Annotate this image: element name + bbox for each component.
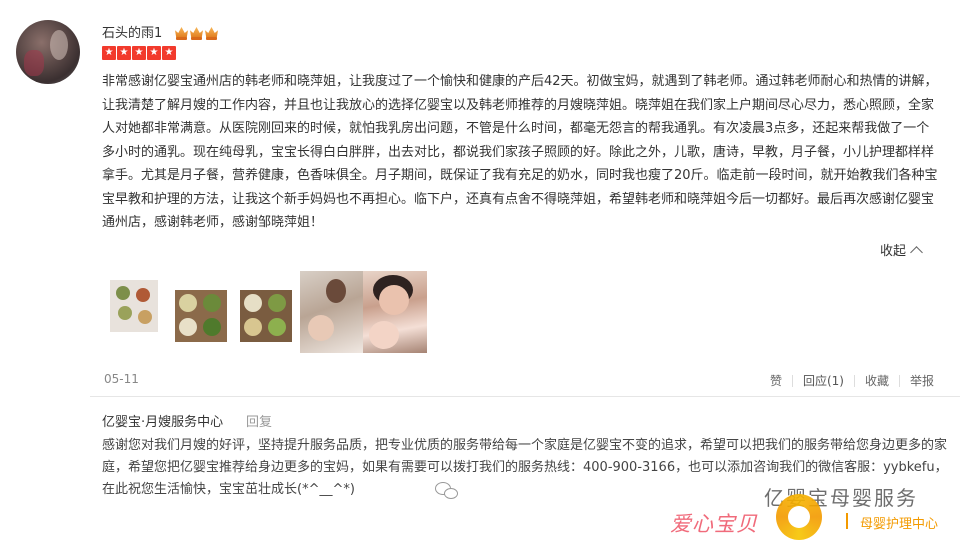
chevron-up-icon — [910, 245, 923, 259]
photo-figure-shape — [379, 285, 409, 315]
photo-figure-shape — [326, 279, 346, 303]
star-icon: ★ — [132, 46, 146, 60]
review-date: 05-11 — [104, 372, 139, 386]
shop-reply-name[interactable]: 亿婴宝·月嫂服务中心 — [102, 411, 223, 430]
review-photo-thumbnail[interactable] — [300, 271, 364, 353]
member-level-badges — [175, 25, 218, 40]
avatar-highlight — [50, 30, 68, 60]
report-button[interactable]: 举报 — [900, 372, 944, 389]
food-bowl-shape — [244, 318, 262, 336]
food-bowl-shape — [268, 294, 286, 312]
like-button[interactable]: 赞 — [760, 372, 792, 389]
watermark-care-center: 母婴护理中心 — [860, 517, 939, 532]
reply-divider — [90, 396, 960, 397]
food-bowl-shape — [179, 318, 197, 336]
review-text: 非常感谢亿婴宝通州店的韩老师和晓萍姐，让我度过了一个愉快和健康的产后42天。初做… — [102, 74, 938, 230]
food-bowl-shape — [203, 318, 221, 336]
favorite-button[interactable]: 收藏 — [855, 372, 899, 389]
avatar-detail — [24, 50, 44, 76]
review-username[interactable]: 石头的雨1 — [102, 26, 162, 42]
reply-button[interactable]: 回应(1) — [793, 372, 854, 389]
photo-figure-shape — [369, 321, 399, 349]
review-photo-thumbnail[interactable] — [110, 280, 158, 332]
collapse-button[interactable]: 收起 — [880, 240, 923, 259]
watermark-slogan: 爱心宝贝 — [670, 512, 758, 536]
food-bowl-shape — [244, 294, 262, 312]
shop-reply-tag: 回复 — [246, 415, 273, 430]
star-icon: ★ — [117, 46, 131, 60]
watermark-divider — [846, 513, 848, 529]
food-bowl-shape — [203, 294, 221, 312]
crown-icon — [190, 25, 203, 40]
user-avatar[interactable] — [16, 20, 80, 84]
food-bowl-shape — [118, 306, 132, 320]
rating-stars: ★ ★ ★ ★ ★ — [102, 46, 176, 60]
food-bowl-shape — [136, 288, 150, 302]
food-bowl-shape — [138, 310, 152, 324]
review-photo-thumbnail[interactable] — [240, 290, 292, 342]
crown-icon — [175, 25, 188, 40]
brand-logo-icon — [776, 494, 822, 540]
review-actions: 赞 回应(1) 收藏 举报 — [760, 372, 944, 389]
photo-figure-shape — [308, 315, 334, 341]
wechat-icon — [435, 480, 461, 502]
star-icon: ★ — [102, 46, 116, 60]
crown-icon — [205, 25, 218, 40]
review-photo-thumbnail[interactable] — [363, 271, 427, 353]
review-photo-thumbnail[interactable] — [175, 290, 227, 342]
food-bowl-shape — [268, 318, 286, 336]
star-icon: ★ — [162, 46, 176, 60]
food-bowl-shape — [179, 294, 197, 312]
collapse-label: 收起 — [880, 244, 907, 259]
star-icon: ★ — [147, 46, 161, 60]
food-bowl-shape — [116, 286, 130, 300]
